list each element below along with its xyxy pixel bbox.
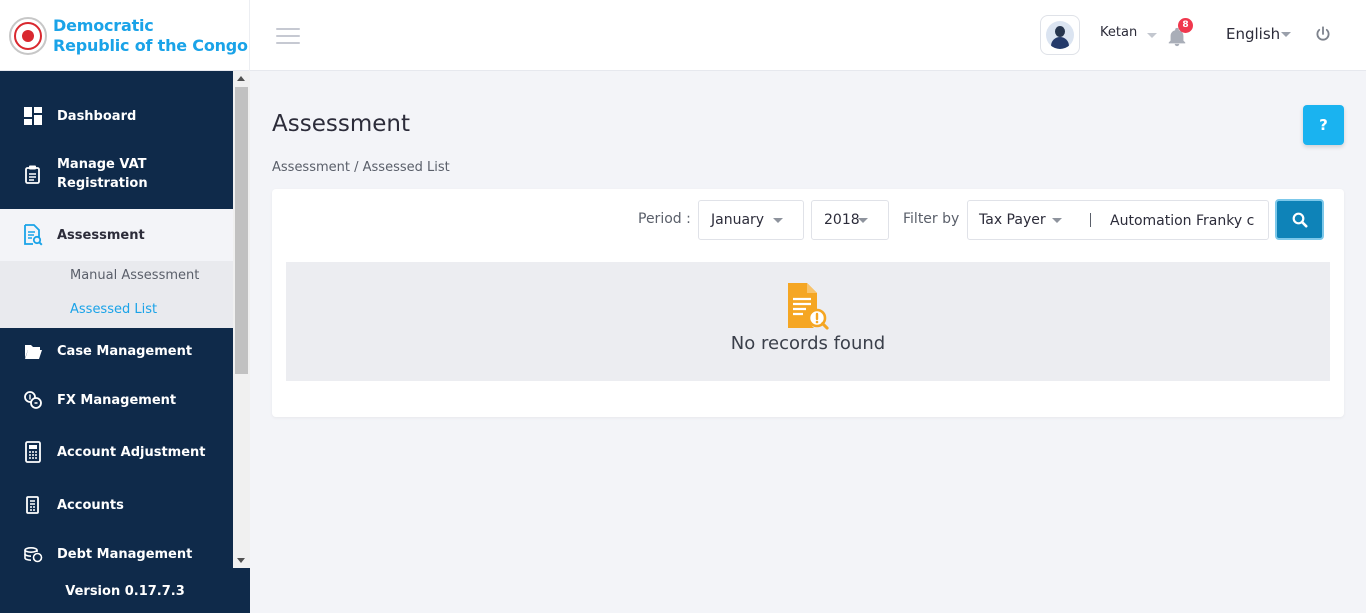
filter-type-select[interactable]: Tax Payer	[979, 212, 1046, 228]
sidebar-item-label: Account Adjustment	[57, 444, 206, 460]
sidebar-item-manage-vat-registration[interactable]: Manage VAT Registration	[0, 149, 233, 199]
year-select[interactable]: 2018	[811, 200, 889, 240]
filter-box: Tax Payer	[967, 200, 1269, 240]
empty-state-text: No records found	[730, 333, 886, 354]
fx-icon	[24, 391, 42, 409]
sidebar-item-label: Accounts	[57, 497, 124, 513]
no-records-icon	[788, 283, 829, 330]
sidebar-item-assessment[interactable]: Assessment	[0, 209, 233, 261]
folder-icon	[25, 345, 42, 359]
version-label: Version 0.17.7.3	[65, 584, 185, 599]
sidebar-subitem-assessed-list[interactable]: Assessed List	[70, 302, 157, 317]
sidebar-subitem-manual-assessment[interactable]: Manual Assessment	[70, 268, 199, 283]
month-value: January	[711, 212, 765, 228]
notification-badge: 8	[1178, 18, 1193, 33]
brand[interactable]: Democratic Republic of the Congo	[0, 0, 250, 71]
scroll-thumb[interactable]	[235, 87, 248, 374]
brand-line-2: Republic of the Congo	[53, 35, 248, 55]
year-value: 2018	[824, 212, 860, 228]
sidebar-item-debt-management[interactable]: Debt Management	[0, 536, 233, 572]
sidebar-item-label: Debt Management	[57, 546, 193, 562]
user-name[interactable]: Ketan	[1100, 25, 1137, 40]
sidebar-item-label: Case Management	[57, 343, 193, 359]
menu-toggle-icon[interactable]	[276, 28, 300, 44]
sidebar-item-label: Dashboard	[57, 108, 137, 124]
language-select[interactable]: English	[1226, 25, 1280, 43]
sidebar-menu: Dashboard Manage VAT Registration Assess…	[0, 71, 233, 568]
period-label: Period :	[638, 211, 691, 227]
chevron-down-icon[interactable]	[1052, 218, 1062, 223]
sidebar-item-label: FX Management	[57, 392, 177, 408]
search-button[interactable]	[1275, 199, 1324, 240]
accounts-icon	[26, 496, 39, 514]
dashboard-icon	[24, 107, 42, 125]
chevron-down-icon	[773, 218, 783, 223]
month-select[interactable]: January	[698, 200, 804, 240]
avatar[interactable]	[1040, 15, 1080, 55]
assessment-icon	[24, 224, 43, 246]
filter-value-input[interactable]	[1110, 211, 1258, 231]
help-button[interactable]: ?	[1303, 105, 1344, 145]
scroll-down-icon[interactable]	[237, 558, 245, 563]
chevron-down-icon	[858, 218, 868, 223]
page-title: Assessment	[272, 111, 410, 137]
assessment-submenu: Manual Assessment Assessed List	[0, 261, 233, 328]
vat-registration-icon	[25, 165, 40, 184]
power-icon[interactable]	[1314, 25, 1332, 43]
sidebar-item-accounts[interactable]: Accounts	[0, 487, 233, 523]
brand-name: Democratic Republic of the Congo	[53, 16, 248, 56]
sidebar-item-dashboard[interactable]: Dashboard	[0, 96, 233, 136]
sidebar-item-label: Manage VAT Registration	[57, 157, 148, 191]
language-chevron-icon[interactable]	[1281, 32, 1291, 37]
sidebar: Dashboard Manage VAT Registration Assess…	[0, 71, 250, 613]
top-header: Democratic Republic of the Congo Ketan 8…	[0, 0, 1366, 71]
filter-by-label: Filter by	[903, 211, 960, 227]
user-menu-chevron-icon[interactable]	[1147, 33, 1157, 38]
calculator-icon	[25, 441, 41, 463]
coat-of-arms-logo	[9, 16, 47, 55]
brand-line-1: Democratic	[53, 15, 154, 35]
sidebar-item-case-management[interactable]: Case Management	[0, 333, 233, 369]
filter-divider	[1090, 213, 1091, 227]
sidebar-scrollbar[interactable]	[233, 71, 250, 568]
scroll-up-icon[interactable]	[237, 76, 245, 81]
search-icon	[1292, 212, 1307, 227]
debt-icon	[24, 546, 43, 563]
sidebar-item-account-adjustment[interactable]: Account Adjustment	[0, 434, 233, 470]
sidebar-item-label: Assessment	[57, 227, 145, 243]
breadcrumb: Assessment / Assessed List	[272, 160, 450, 175]
sidebar-item-fx-management[interactable]: FX Management	[0, 382, 233, 418]
